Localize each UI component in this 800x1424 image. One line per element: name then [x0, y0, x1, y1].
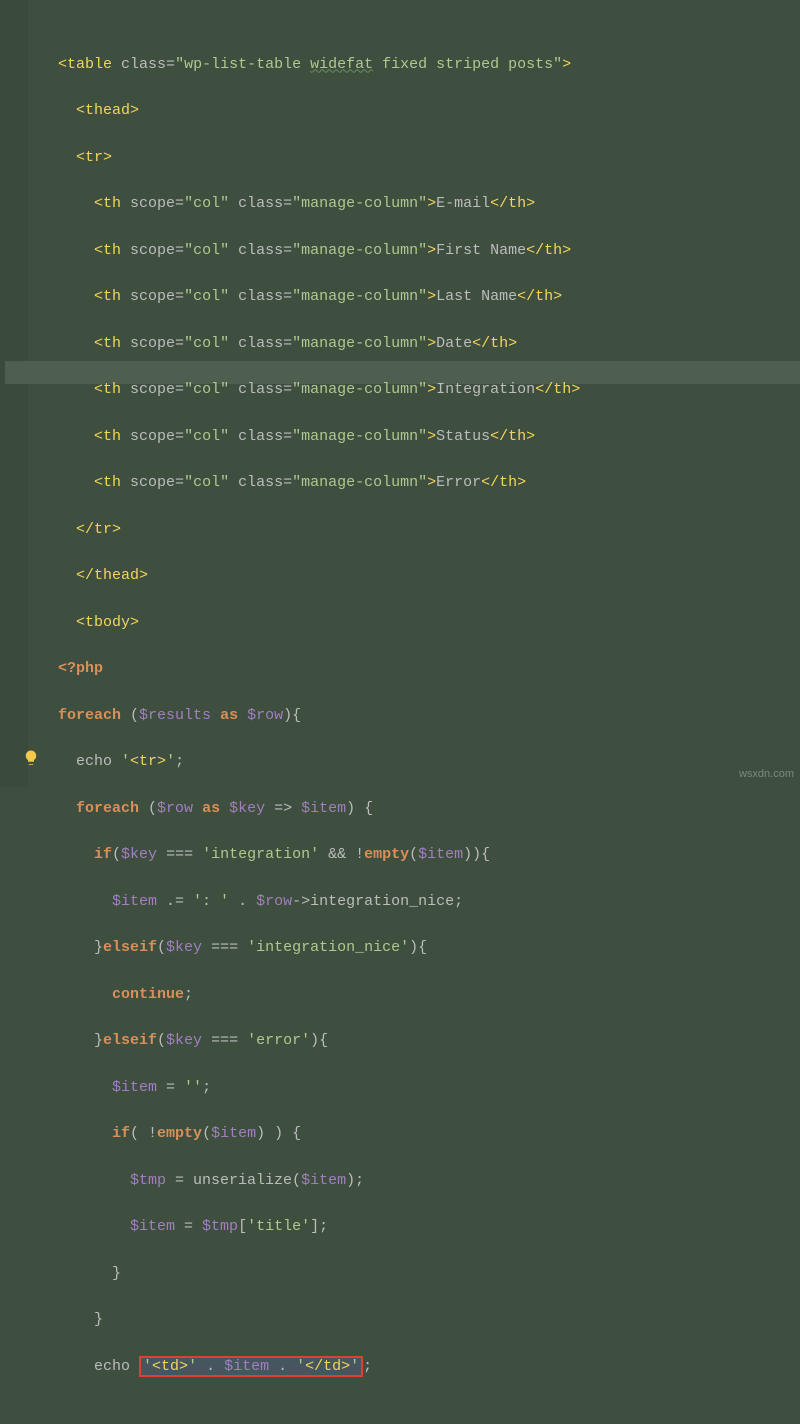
- lightbulb-icon[interactable]: [22, 749, 40, 775]
- kw-foreach: foreach: [58, 707, 121, 724]
- str-colon: ': ': [193, 893, 229, 910]
- watermark: wsxdn.com: [739, 766, 794, 783]
- kw-elseif: elseif: [103, 939, 157, 956]
- kw-elseif-2: elseif: [103, 1032, 157, 1049]
- col-firstname: First Name: [436, 242, 526, 259]
- php-open-tag: <?php: [58, 660, 103, 677]
- kw-as: as: [220, 707, 238, 724]
- kw-foreach-2: foreach: [76, 800, 139, 817]
- kw-as-2: as: [202, 800, 220, 817]
- kw-empty-2: empty: [157, 1125, 202, 1142]
- str-integration: 'integration': [202, 846, 319, 863]
- kw-continue: continue: [112, 986, 184, 1003]
- col-status: Status: [436, 428, 490, 445]
- col-date: Date: [436, 335, 472, 352]
- col-lastname: Last Name: [436, 288, 517, 305]
- str-empty: '': [184, 1079, 202, 1096]
- code-content: <table class="wp-list-table widefat fixe…: [40, 29, 800, 1401]
- str-title: 'title': [247, 1218, 310, 1235]
- str-error: 'error': [247, 1032, 310, 1049]
- col-error: Error: [436, 474, 481, 491]
- col-integration: Integration: [436, 381, 535, 398]
- col-email: E-mail: [436, 195, 490, 212]
- highlighted-selection[interactable]: '<td>' . $item . '</td>': [139, 1356, 363, 1377]
- str-integration-nice: 'integration_nice': [247, 939, 409, 956]
- kw-if-2: if: [112, 1125, 130, 1142]
- code-editor[interactable]: <table class="wp-list-table widefat fixe…: [0, 0, 800, 1424]
- kw-empty: empty: [364, 846, 409, 863]
- kw-if: if: [94, 846, 112, 863]
